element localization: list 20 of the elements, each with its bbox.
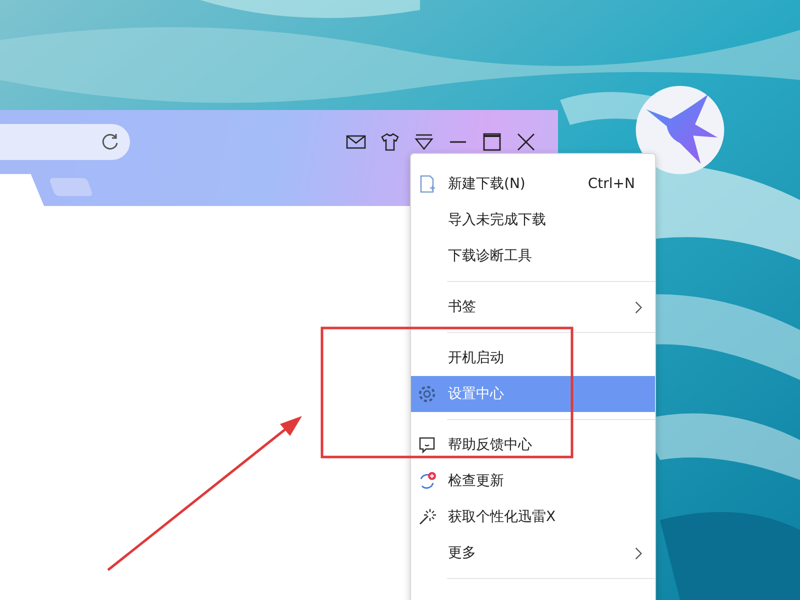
menu-item[interactable]: 书签 xyxy=(411,289,655,325)
chat-bubble-icon xyxy=(417,435,437,455)
close-icon[interactable] xyxy=(516,132,536,152)
menu-item[interactable]: 获取个性化迅雷X xyxy=(411,499,655,535)
menu-item[interactable]: 开机启动 xyxy=(411,340,655,376)
menu-item[interactable]: 更多 xyxy=(411,535,655,571)
menu-item[interactable]: 新建下载(N) Ctrl+N xyxy=(411,166,655,202)
menu-item[interactable]: 下载诊断工具 xyxy=(411,238,655,274)
menu-item[interactable]: 导入未完成下载 xyxy=(411,202,655,238)
address-field[interactable] xyxy=(0,124,130,160)
refresh-icon[interactable] xyxy=(100,132,120,152)
maximize-icon[interactable] xyxy=(482,132,502,152)
bird-logo-icon xyxy=(633,83,727,177)
shortcut-label: Ctrl+N xyxy=(588,176,635,192)
magic-wand-icon xyxy=(417,507,437,527)
settings-icon xyxy=(417,384,437,404)
menu-item[interactable]: 检查更新 xyxy=(411,463,655,499)
menu-item[interactable]: 帮助反馈中心 xyxy=(411,427,655,463)
shirt-icon[interactable] xyxy=(380,132,400,152)
menu-icon[interactable] xyxy=(414,132,434,152)
